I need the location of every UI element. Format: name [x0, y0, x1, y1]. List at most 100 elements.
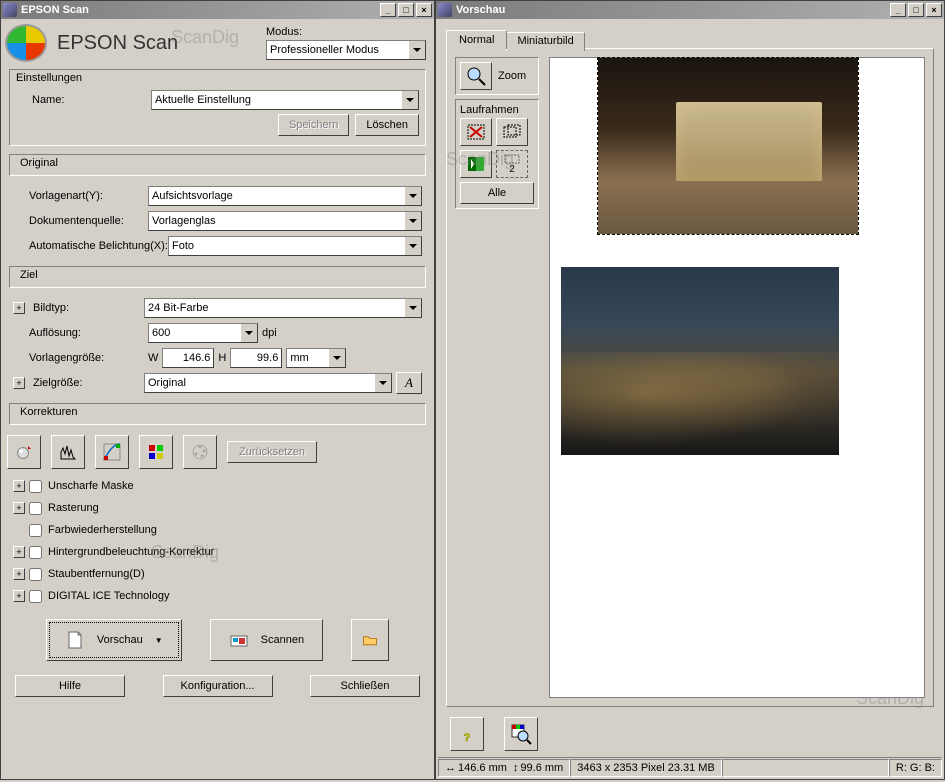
expand-ice-button[interactable]: +	[13, 590, 25, 602]
auto-locate-button[interactable]	[460, 150, 492, 178]
scan-region-2[interactable]	[561, 267, 839, 455]
status-pixels: 3463 x 2353 Pixel 23.31 MB	[570, 759, 722, 777]
color-adjust-button[interactable]	[139, 435, 173, 469]
maximize-button[interactable]: □	[398, 3, 414, 17]
autoexp-select[interactable]: Foto	[168, 236, 422, 256]
expand-dust-button[interactable]: +	[13, 568, 25, 580]
dest-header: Ziel	[9, 266, 426, 288]
reset-button[interactable]: Zurücksetzen	[227, 441, 317, 463]
height-label: H	[218, 352, 226, 364]
epson-logo-icon	[5, 24, 47, 62]
titlebar[interactable]: EPSON Scan _ □ ×	[1, 1, 434, 19]
descreen-checkbox[interactable]	[29, 502, 42, 515]
magnifier-icon	[465, 65, 487, 87]
preview-titlebar[interactable]: Vorschau _ □ ×	[436, 1, 944, 19]
delete-button[interactable]: Löschen	[355, 114, 419, 136]
select-all-button[interactable]: Alle	[460, 182, 534, 204]
zoom-button[interactable]	[460, 62, 492, 90]
status-bar: ↔146.6 mm ↕99.6 mm 3463 x 2353 Pixel 23.…	[438, 757, 942, 777]
resolution-select[interactable]: 600	[148, 323, 258, 343]
orientation-button[interactable]: A	[396, 372, 422, 394]
dust-label: Staubentfernung(D)	[48, 568, 145, 580]
window-title: EPSON Scan	[21, 4, 378, 16]
folder-icon	[362, 630, 378, 650]
expand-unsharp-button[interactable]: +	[13, 480, 25, 492]
resolution-label: Auflösung:	[13, 327, 148, 339]
colorrestore-label: Farbwiederherstellung	[48, 524, 157, 536]
epson-scan-window: EPSON Scan _ □ × ScanDig ScanDig EPSON S…	[0, 0, 435, 780]
header: EPSON Scan Modus: Professioneller Modus	[3, 21, 432, 65]
help-button[interactable]: Hilfe	[15, 675, 125, 697]
corrections-header: Korrekturen	[9, 403, 426, 425]
app-title: EPSON Scan	[57, 32, 266, 55]
settings-title: Einstellungen	[16, 72, 419, 84]
backlight-label: Hintergrundbeleuchtung-Korrektur	[48, 546, 214, 558]
config-button[interactable]: Konfiguration...	[163, 675, 273, 697]
imagetype-label: Bildtyp:	[29, 302, 144, 314]
help-icon: ?	[456, 723, 478, 745]
color-magnifier-icon	[510, 723, 532, 745]
marquee-count: 2	[496, 150, 528, 178]
colorrestore-checkbox[interactable]	[29, 524, 42, 537]
dust-checkbox[interactable]	[29, 568, 42, 581]
help-icon-button[interactable]: ?	[450, 717, 484, 751]
minimize-button[interactable]: _	[380, 3, 396, 17]
original-title: Original	[16, 157, 62, 169]
doctype-select[interactable]: Aufsichtsvorlage	[148, 186, 422, 206]
name-select[interactable]: Aktuelle Einstellung	[151, 90, 419, 110]
close-window-button[interactable]: Schließen	[310, 675, 420, 697]
height-input[interactable]	[230, 348, 282, 368]
imagetype-select[interactable]: 24 Bit-Farbe	[144, 298, 422, 318]
unit-select[interactable]: mm	[286, 348, 346, 368]
close-button[interactable]: ×	[416, 3, 432, 17]
width-input[interactable]	[162, 348, 214, 368]
status-width: 146.6 mm	[458, 762, 507, 774]
backlight-checkbox[interactable]	[29, 546, 42, 559]
save-button[interactable]: Speichern	[278, 114, 350, 136]
mode-select[interactable]: Professioneller Modus	[266, 40, 426, 60]
mode-label: Modus:	[266, 26, 426, 38]
zoom-label: Zoom	[498, 70, 526, 82]
unsharp-checkbox[interactable]	[29, 480, 42, 493]
tab-normal[interactable]: Normal	[446, 30, 507, 49]
doctype-label: Vorlagenart(Y):	[13, 190, 148, 202]
densitometer-button[interactable]	[504, 717, 538, 751]
minimize-button[interactable]: _	[890, 3, 906, 17]
preview-body: ScanDig ScanDig ScanDig ScanDig Normal M…	[436, 19, 944, 779]
delete-marquee-button[interactable]	[460, 118, 492, 146]
auto-exposure-button[interactable]	[7, 435, 41, 469]
close-button[interactable]: ×	[926, 3, 942, 17]
source-select[interactable]: Vorlagenglas	[148, 211, 422, 231]
targetsize-select[interactable]: Original	[144, 373, 392, 393]
scan-button[interactable]: Scannen	[210, 619, 323, 661]
marquee-title: Laufrahmen	[460, 104, 534, 116]
preview-toolbar: Zoom Laufrahmen 2 Alle	[455, 57, 539, 698]
tone-curve-button[interactable]	[95, 435, 129, 469]
dest-title: Ziel	[16, 269, 42, 281]
window-body: ScanDig ScanDig EPSON Scan Modus: Profes…	[1, 19, 434, 779]
width-arrow-icon: ↔	[445, 762, 456, 774]
width-label: W	[148, 352, 158, 364]
scan-region-1[interactable]	[598, 58, 858, 234]
expand-targetsize-button[interactable]: +	[13, 377, 25, 389]
color-palette-button[interactable]	[183, 435, 217, 469]
source-label: Dokumentenquelle:	[13, 215, 148, 227]
document-icon	[65, 630, 85, 650]
preview-button[interactable]: Vorschau ▼	[46, 619, 182, 661]
original-header: Original	[9, 154, 426, 176]
preview-canvas[interactable]	[550, 58, 924, 697]
targetsize-label: Zielgröße:	[29, 377, 144, 389]
folder-button[interactable]	[351, 619, 389, 661]
expand-backlight-button[interactable]: +	[13, 546, 25, 558]
settings-group: Einstellungen Name: Aktuelle Einstellung…	[9, 69, 426, 146]
expand-imagetype-button[interactable]: +	[13, 302, 25, 314]
histogram-button[interactable]	[51, 435, 85, 469]
autoexp-label: Automatische Belichtung(X):	[13, 240, 168, 252]
expand-descreen-button[interactable]: +	[13, 502, 25, 514]
copy-marquee-button[interactable]	[496, 118, 528, 146]
status-height: 99.6 mm	[520, 762, 563, 774]
descreen-label: Rasterung	[48, 502, 99, 514]
ice-checkbox[interactable]	[29, 590, 42, 603]
maximize-button[interactable]: □	[908, 3, 924, 17]
tab-thumbnail[interactable]: Miniaturbild	[506, 32, 584, 51]
